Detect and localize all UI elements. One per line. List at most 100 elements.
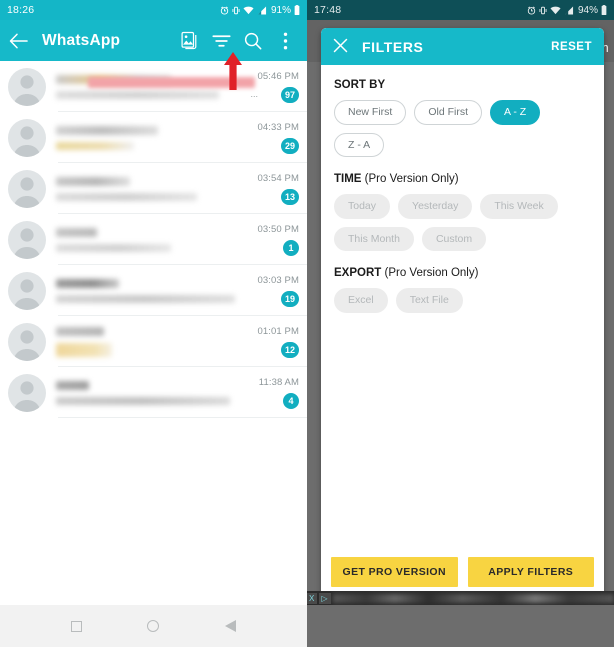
whatsapp-chat-list-screen: 18:26 91% WhatsApp 05:46 PM 97 ... 04:33… <box>0 0 307 647</box>
chip-this-month: This Month <box>334 226 414 252</box>
contact-name-blurred <box>56 326 105 336</box>
filter-icon[interactable] <box>211 31 231 51</box>
status-gallery-icon[interactable] <box>179 31 199 51</box>
avatar <box>8 169 46 208</box>
chat-list-item[interactable]: 03:50 PM 1 <box>0 214 307 265</box>
truncation-ellipsis: ... <box>250 89 258 99</box>
reset-button[interactable]: RESET <box>551 41 592 53</box>
chat-meta: 11:38 AM 4 <box>247 377 299 409</box>
message-preview-blurred <box>56 243 171 252</box>
chip-new-first[interactable]: New First <box>334 100 407 125</box>
app-bar-actions <box>179 31 299 51</box>
chat-list-item[interactable]: 05:46 PM 97 ... <box>0 61 307 112</box>
battery-percent-label: 94% <box>577 4 598 16</box>
whatsapp-app-bar: WhatsApp <box>0 20 307 61</box>
filters-dialog-screen: 17:48 94% FILTERS RESET SORT BY New Firs… <box>307 0 614 647</box>
chat-list-item[interactable]: 01:01 PM 12 <box>0 316 307 367</box>
chat-list[interactable]: 05:46 PM 97 ... 04:33 PM 29 03:54 PM 13 … <box>0 61 307 605</box>
square-icon[interactable] <box>70 620 82 632</box>
unread-badge: 97 <box>280 86 299 103</box>
battery-icon <box>294 5 300 15</box>
chat-preview <box>56 380 247 405</box>
chip-this-week: This Week <box>480 194 558 219</box>
chip-a-z[interactable]: A - Z <box>490 100 541 125</box>
unread-badge: 12 <box>280 341 299 358</box>
chat-meta: 03:54 PM 13 <box>247 173 299 205</box>
avatar <box>8 118 46 157</box>
battery-percent-label: 91% <box>270 4 291 16</box>
alarm-icon <box>527 6 536 15</box>
message-preview-blurred <box>56 90 219 99</box>
dialog-body: SORT BY New First Old First A - Z Z - A … <box>321 65 604 548</box>
chat-preview <box>56 125 247 150</box>
chip-yesterday: Yesterday <box>398 194 473 219</box>
alarm-icon <box>220 6 229 15</box>
chat-preview <box>56 176 247 201</box>
chat-timestamp: 03:03 PM <box>257 274 299 286</box>
section-subtitle: (Pro Version Only) <box>361 173 459 186</box>
ad-choices-icon[interactable]: ▷ <box>319 592 331 604</box>
chat-list-item[interactable]: 04:33 PM 29 <box>0 112 307 163</box>
unread-badge: 29 <box>280 137 299 154</box>
ad-close-icon[interactable]: X <box>307 592 318 604</box>
contact-name-blurred <box>56 380 90 390</box>
apply-filters-button[interactable]: APPLY FILTERS <box>467 557 594 587</box>
wifi-icon <box>243 6 254 14</box>
ad-banner[interactable]: X ▷ <box>307 591 614 605</box>
avatar <box>8 67 46 106</box>
message-preview-blurred <box>56 294 236 303</box>
red-up-arrow-annotation <box>222 51 244 91</box>
sort-by-chip-group: New First Old First A - Z Z - A <box>334 100 591 158</box>
unread-badge: 4 <box>283 392 299 409</box>
dual-screenshot-container: 18:26 91% WhatsApp 05:46 PM 97 ... 04:33… <box>0 0 614 647</box>
section-subtitle: (Pro Version Only) <box>381 267 479 280</box>
contact-name-blurred <box>56 176 130 186</box>
chat-preview <box>56 326 247 357</box>
chat-timestamp: 11:38 AM <box>258 376 299 388</box>
chip-z-a[interactable]: Z - A <box>334 132 385 158</box>
unread-badge: 19 <box>280 290 299 307</box>
dialog-title: FILTERS <box>362 38 424 55</box>
chat-meta: 01:01 PM 12 <box>247 326 299 358</box>
section-title: EXPORT <box>334 267 382 280</box>
get-pro-version-button[interactable]: GET PRO VERSION <box>331 557 458 587</box>
circle-icon[interactable] <box>147 620 160 632</box>
avatar <box>8 373 46 412</box>
contact-name-blurred <box>56 125 158 135</box>
ad-content-blurred[interactable] <box>332 593 614 603</box>
status-bar-time: 17:48 <box>314 4 342 16</box>
unread-badge: 1 <box>283 239 299 256</box>
chip-custom: Custom <box>421 226 487 252</box>
vibrate-icon <box>539 6 547 14</box>
chat-list-item[interactable]: 03:54 PM 13 <box>0 163 307 214</box>
status-bar-left: 18:26 91% <box>0 0 307 20</box>
export-chip-group: Excel Text File <box>334 288 591 313</box>
status-bar-time: 18:26 <box>7 4 35 16</box>
chat-list-item[interactable]: 11:38 AM 4 <box>0 367 307 418</box>
chat-timestamp: 03:54 PM <box>257 172 299 184</box>
triangle-back-icon[interactable] <box>225 620 237 632</box>
chip-text-file: Text File <box>395 288 463 313</box>
chat-timestamp: 05:46 PM <box>257 70 299 82</box>
chip-today: Today <box>334 194 391 219</box>
back-arrow-icon[interactable] <box>8 31 28 51</box>
message-preview-blurred <box>56 396 230 405</box>
overflow-menu-icon[interactable] <box>275 31 295 51</box>
avatar <box>8 271 46 310</box>
section-title: SORT BY <box>334 79 386 91</box>
chat-list-item[interactable]: 03:03 PM 19 <box>0 265 307 316</box>
chat-timestamp: 04:33 PM <box>257 121 299 133</box>
status-bar-icons: 91% <box>220 5 300 16</box>
time-chip-group: Today Yesterday This Week This Month Cus… <box>334 194 591 252</box>
unread-badge: 13 <box>280 188 299 205</box>
contact-name-blurred <box>56 227 97 237</box>
chat-timestamp: 01:01 PM <box>257 325 299 337</box>
search-icon[interactable] <box>243 31 263 51</box>
close-icon[interactable] <box>333 38 348 56</box>
page-title: WhatsApp <box>42 31 121 49</box>
chip-old-first[interactable]: Old First <box>414 100 483 125</box>
status-bar-right: 17:48 94% <box>307 0 614 20</box>
avatar <box>8 322 46 361</box>
chat-meta: 04:33 PM 29 <box>247 122 299 154</box>
message-preview-blurred <box>56 192 197 201</box>
